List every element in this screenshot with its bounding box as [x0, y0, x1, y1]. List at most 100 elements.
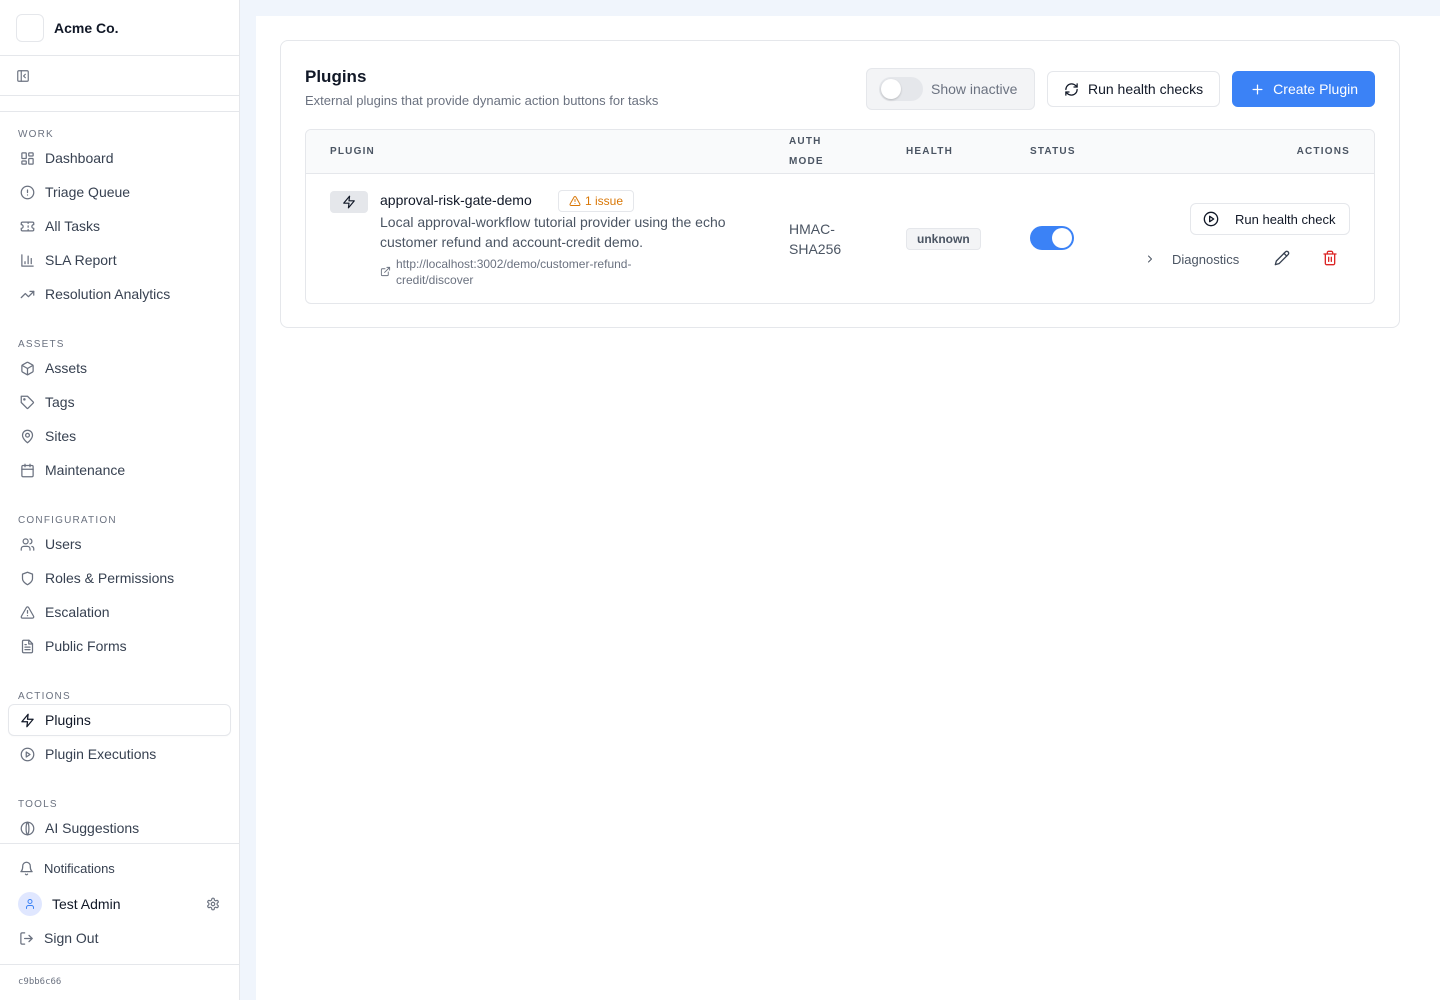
create-plugin-button[interactable]: Create Plugin — [1232, 71, 1375, 107]
refresh-icon — [1064, 81, 1080, 97]
chevron-right-icon — [1144, 253, 1156, 265]
run-health-check-button[interactable]: Run health check — [1190, 203, 1350, 235]
avatar[interactable] — [18, 892, 42, 916]
pencil-icon[interactable] — [1273, 249, 1291, 267]
user-icon — [26, 899, 34, 909]
sidebar-item-sites[interactable]: Sites — [8, 420, 231, 452]
file-text-icon — [19, 638, 35, 654]
issue-badge[interactable]: 1 issue — [558, 190, 635, 212]
sidebar-item-public-forms[interactable]: Public Forms — [8, 630, 231, 662]
sidebar-item-label: Public Forms — [45, 638, 127, 654]
sidebar-item-all-tasks[interactable]: All Tasks — [8, 210, 231, 242]
sidebar-item-label: Roles & Permissions — [45, 570, 175, 586]
sidebar-item-sla-report[interactable]: SLA Report — [8, 244, 231, 276]
external-link-icon — [380, 266, 391, 277]
diagnostics-toggle[interactable]: Diagnostics — [1144, 249, 1239, 269]
plugin-url-link[interactable]: http://localhost:3002/demo/customer-refu… — [396, 256, 696, 288]
show-inactive-switch[interactable] — [878, 77, 923, 101]
users-icon — [19, 536, 35, 552]
trash-icon[interactable] — [1321, 249, 1339, 267]
sidebar-item-label: Sites — [45, 428, 77, 444]
show-inactive-label: Show inactive — [930, 81, 1018, 97]
show-inactive-toggle[interactable]: Show inactive — [865, 68, 1035, 110]
app-version: c9bb6c66 — [0, 964, 239, 987]
package-icon — [19, 360, 35, 376]
sidebar-item-ai-suggestions[interactable]: AI Suggestions — [8, 812, 231, 844]
sidebar-item-resolution-analytics[interactable]: Resolution Analytics — [8, 278, 231, 310]
section-title-tools: TOOLS — [18, 799, 58, 810]
plus-icon — [1249, 81, 1265, 97]
play-circle-icon — [1203, 211, 1219, 227]
switch-knob — [880, 79, 901, 99]
sidebar-item-assets[interactable]: Assets — [8, 352, 231, 384]
column-header-plugin: PLUGIN — [330, 146, 375, 157]
sidebar-item-label: Resolution Analytics — [45, 286, 171, 302]
sidebar-item-label: All Tasks — [45, 218, 100, 234]
sign-out-link[interactable]: Sign Out — [8, 922, 231, 954]
sign-out-label: Sign Out — [44, 930, 99, 946]
sidebar-collapse-row — [0, 56, 239, 96]
brand-name: Acme Co. — [54, 19, 119, 36]
sidebar-item-maintenance[interactable]: Maintenance — [8, 454, 231, 486]
section-title-configuration: CONFIGURATION — [18, 515, 117, 526]
main-panel: Plugins External plugins that provide dy… — [256, 16, 1440, 1000]
sidebar-item-label: Users — [45, 536, 82, 552]
sidebar-item-plugin-executions[interactable]: Plugin Executions — [8, 738, 231, 770]
column-header-health: HEALTH — [906, 146, 954, 157]
issue-badge-label: 1 issue — [585, 194, 624, 208]
gear-icon[interactable] — [205, 896, 221, 912]
plugins-table: PLUGIN AUTH MODE HEALTH STATUS ACTIONS a… — [305, 129, 1375, 304]
sidebar-item-plugins[interactable]: Plugins — [8, 704, 231, 736]
calendar-icon — [19, 462, 35, 478]
run-health-checks-label: Run health checks — [1087, 81, 1204, 97]
table-row: approval-risk-gate-demo 1 issue Local ap… — [306, 174, 1374, 303]
sidebar-item-roles-permissions[interactable]: Roles & Permissions — [8, 562, 231, 594]
sidebar-item-label: Plugin Executions — [45, 746, 157, 762]
ai-icon — [19, 820, 35, 836]
zap-icon — [330, 191, 368, 213]
column-header-auth-line2: MODE — [789, 156, 824, 167]
sidebar-item-label: Escalation — [45, 604, 110, 620]
brand-header: Acme Co. — [0, 0, 239, 56]
nav-spacer — [0, 96, 239, 112]
sidebar-item-users[interactable]: Users — [8, 528, 231, 560]
sidebar-toggle-icon[interactable] — [14, 67, 32, 85]
notifications-link[interactable]: Notifications — [8, 852, 231, 884]
table-header: PLUGIN AUTH MODE HEALTH STATUS ACTIONS — [306, 130, 1374, 174]
sidebar-item-label: Plugins — [45, 712, 91, 728]
sidebar-item-dashboard[interactable]: Dashboard — [8, 142, 231, 174]
user-name: Test Admin — [52, 896, 121, 912]
sidebar-item-label: Assets — [45, 360, 88, 376]
card-header: Plugins External plugins that provide dy… — [305, 67, 658, 108]
auth-mode-value: HMAC-SHA256 — [789, 221, 842, 257]
sidebar-item-triage-queue[interactable]: Triage Queue — [8, 176, 231, 208]
column-header-auth-mode: AUTH MODE — [789, 132, 824, 172]
diagnostics-label: Diagnostics — [1172, 251, 1240, 267]
sidebar-item-tags[interactable]: Tags — [8, 386, 231, 418]
column-header-auth-line1: AUTH — [789, 136, 822, 147]
zap-icon — [19, 712, 35, 728]
trending-up-icon — [19, 286, 35, 302]
shield-icon — [19, 570, 35, 586]
sidebar-item-label: Dashboard — [45, 150, 114, 166]
log-out-icon — [18, 930, 34, 946]
app-shell: Acme Co. WORK Dashboard Triage Queue All… — [0, 0, 1440, 1000]
sidebar-item-label: Maintenance — [45, 462, 126, 478]
run-health-check-label: Run health check — [1235, 211, 1336, 227]
dashboard-icon — [19, 150, 35, 166]
column-header-status: STATUS — [1030, 146, 1076, 157]
bar-chart-icon — [19, 252, 35, 268]
triangle-alert-icon — [19, 604, 35, 620]
plugins-card: Plugins External plugins that provide dy… — [280, 40, 1400, 328]
ticket-icon — [19, 218, 35, 234]
play-circle-icon — [19, 746, 35, 762]
notifications-label: Notifications — [44, 860, 115, 876]
sidebar-item-escalation[interactable]: Escalation — [8, 596, 231, 628]
alert-circle-icon — [19, 184, 35, 200]
section-title-work: WORK — [18, 129, 54, 140]
run-health-checks-button[interactable]: Run health checks — [1046, 71, 1221, 107]
warning-triangle-icon — [569, 195, 581, 207]
status-switch[interactable] — [1030, 226, 1074, 250]
toolbar: Show inactive Run health checks Create P… — [865, 68, 1375, 110]
sidebar-nav: WORK Dashboard Triage Queue All Tasks SL… — [0, 112, 239, 846]
